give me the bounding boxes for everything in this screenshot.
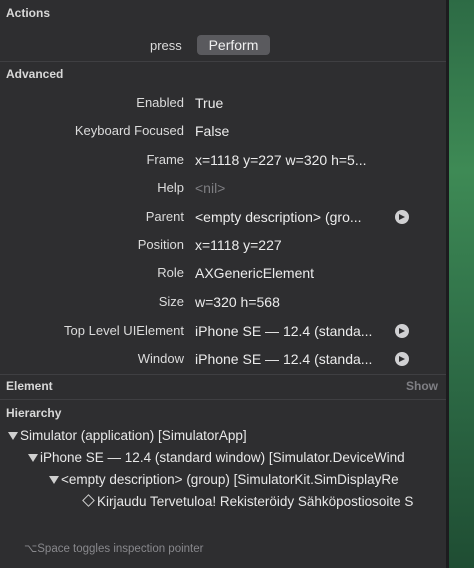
attr-row-position: Position x=1118 y=227	[0, 233, 446, 257]
hierarchy-node[interactable]: iPhone SE — 12.4 (standard window) [Simu…	[0, 448, 446, 468]
navigate-arrow-icon[interactable]	[395, 352, 409, 366]
attr-value: iPhone SE — 12.4 (standa...	[195, 323, 373, 339]
attr-label: Top Level UIElement	[64, 323, 184, 338]
hierarchy-node-label: iPhone SE — 12.4 (standard window) [Simu…	[40, 450, 405, 465]
attr-row-window: Window iPhone SE — 12.4 (standa...	[0, 347, 446, 371]
attr-label: Enabled	[136, 95, 184, 110]
disclosure-triangle-icon[interactable]	[8, 432, 18, 440]
attr-row-role: Role AXGenericElement	[0, 261, 446, 285]
hierarchy-node[interactable]: <empty description> (group) [SimulatorKi…	[0, 470, 446, 490]
attr-row-parent: Parent <empty description> (gro...	[0, 205, 446, 229]
perform-button[interactable]: Perform	[197, 35, 270, 55]
attr-row-keyboard-focused: Keyboard Focused False	[0, 119, 446, 143]
section-header-actions: Actions	[6, 6, 51, 20]
hierarchy-node-label: Kirjaudu Tervetuloa! Rekisteröidy Sähköp…	[97, 494, 414, 509]
attr-row-top-level-uielement: Top Level UIElement iPhone SE — 12.4 (st…	[0, 319, 446, 343]
attr-row-help: Help <nil>	[0, 176, 446, 200]
leaf-node-icon	[82, 494, 95, 507]
section-header-hierarchy: Hierarchy	[6, 406, 62, 420]
navigate-arrow-icon[interactable]	[395, 324, 409, 338]
attr-value: x=1118 y=227	[195, 237, 282, 253]
attr-label: Role	[157, 265, 184, 280]
attr-row-enabled: Enabled True	[0, 91, 446, 115]
attr-value: True	[195, 95, 224, 111]
hierarchy-node[interactable]: Kirjaudu Tervetuloa! Rekisteröidy Sähköp…	[0, 492, 446, 512]
hierarchy-node-label: <empty description> (group) [SimulatorKi…	[61, 472, 399, 487]
attr-label: Size	[158, 294, 184, 309]
disclosure-triangle-icon[interactable]	[49, 476, 59, 484]
attr-label: Frame	[146, 152, 184, 167]
attr-value: iPhone SE — 12.4 (standa...	[195, 351, 373, 367]
attr-value: False	[195, 123, 230, 139]
attr-row-size: Size w=320 h=568	[0, 290, 446, 314]
section-header-element: Element Show	[0, 376, 446, 396]
attr-value: w=320 h=568	[195, 294, 280, 310]
disclosure-triangle-icon[interactable]	[28, 454, 38, 462]
inspection-pointer-hint: ⌥Space toggles inspection pointer	[24, 543, 204, 555]
window-border	[446, 0, 449, 568]
attr-value: <nil>	[195, 180, 226, 196]
background-window-edge	[446, 0, 474, 568]
hierarchy-node-label: Simulator (application) [SimulatorApp]	[20, 428, 247, 443]
hierarchy-node[interactable]: Simulator (application) [SimulatorApp]	[0, 426, 446, 446]
accessibility-inspector-panel: Actions press Perform Advanced Enabled T…	[0, 0, 446, 568]
divider	[0, 374, 446, 375]
attr-row-frame: Frame x=1118 y=227 w=320 h=5...	[0, 148, 446, 172]
element-title: Element	[6, 379, 53, 393]
show-element-link[interactable]: Show	[406, 376, 438, 396]
attr-value: AXGenericElement	[195, 265, 315, 281]
action-name: press	[150, 38, 182, 53]
divider	[0, 61, 446, 62]
attr-value: x=1118 y=227 w=320 h=5...	[195, 152, 367, 168]
attr-label: Position	[137, 237, 184, 252]
divider	[0, 399, 446, 400]
attr-value: <empty description> (gro...	[195, 209, 362, 225]
attr-label: Window	[137, 351, 184, 366]
section-header-advanced: Advanced	[6, 67, 64, 81]
attr-label: Parent	[145, 209, 184, 224]
attr-label: Help	[157, 180, 184, 195]
navigate-arrow-icon[interactable]	[395, 210, 409, 224]
attr-label: Keyboard Focused	[74, 123, 184, 138]
